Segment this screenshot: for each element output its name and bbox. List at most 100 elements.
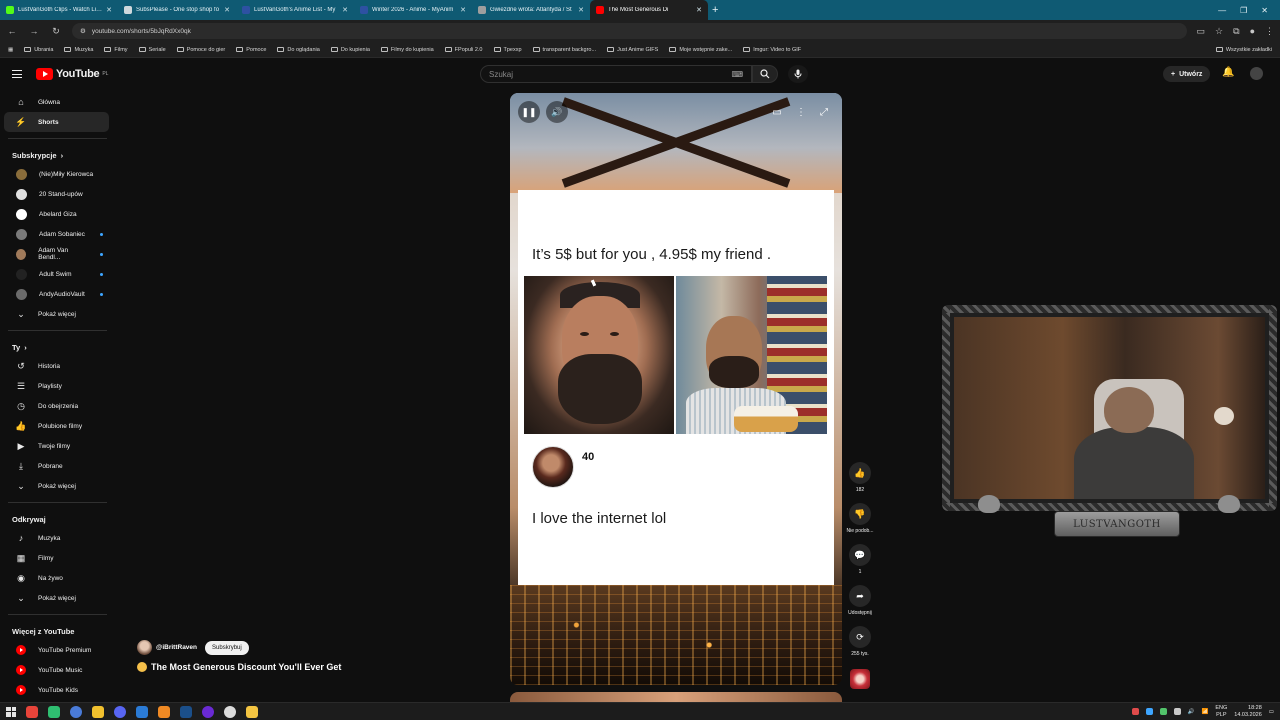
tab-close-icon[interactable]: ✕ — [342, 6, 348, 14]
browser-tab[interactable]: SubsPlease - One stop shop fo ✕ — [118, 0, 236, 20]
bookmark-seriale[interactable]: Seriale — [138, 47, 166, 53]
youtube-logo[interactable]: YouTube PL — [36, 68, 108, 80]
sidebar-item-twoje-filmy[interactable]: ▶ Twoje filmy — [4, 436, 109, 456]
tab-close-icon[interactable]: ✕ — [106, 6, 112, 14]
notifications-bell-icon[interactable]: 🔔 — [1222, 67, 1234, 78]
bookmark-do-ogladania[interactable]: Do oglądania — [277, 47, 320, 53]
obs-taskbar-icon[interactable] — [202, 705, 214, 718]
windows-start-icon[interactable] — [6, 706, 16, 717]
all-bookmarks[interactable]: Wszystkie zakładki — [1215, 47, 1272, 53]
notifications-tray-icon[interactable]: ▭ — [1269, 709, 1274, 715]
browser-tab[interactable]: LustVanGoth's Anime List - My ✕ — [236, 0, 354, 20]
comments-button[interactable]: 💬 — [849, 544, 871, 566]
volume-button[interactable]: 🔊 — [546, 101, 568, 123]
network-tray-icon[interactable]: 📶 — [1201, 709, 1208, 715]
sidebar-item-subscription-adam-van-bendl[interactable]: Adam Van Bendl... — [4, 244, 109, 264]
sidebar-item-subscription-20-stand-upow[interactable]: 20 Stand-upów — [4, 184, 109, 204]
you-heading[interactable]: Ty › — [0, 335, 115, 356]
sidebar-item-youtube-music[interactable]: YouTube Music — [4, 660, 109, 680]
tab-close-icon[interactable]: ✕ — [224, 6, 230, 14]
search-input[interactable] — [489, 69, 709, 79]
sidebar-item-na-zywo[interactable]: ◉ Na żywo — [4, 568, 109, 588]
search-button[interactable] — [752, 65, 778, 83]
explore-show-more[interactable]: ⌄ Pokaż więcej — [4, 588, 109, 608]
app-taskbar-icon[interactable] — [92, 705, 104, 718]
volume-tray-icon[interactable]: 🔊 — [1188, 709, 1195, 715]
sidebar-item-subscription-adam-sobaniec[interactable]: Adam Sobaniec — [4, 224, 109, 244]
tray-icon[interactable] — [1159, 708, 1167, 715]
sidebar-item-subscription-adult-swim[interactable]: Adult Swim — [4, 264, 109, 284]
sound-source-thumbnail[interactable] — [850, 669, 870, 689]
creator-name[interactable]: @iBrittRaven — [156, 644, 197, 651]
tray-icon[interactable] — [1131, 708, 1139, 715]
extensions-icon[interactable]: ⧉ — [1233, 26, 1239, 37]
discord-taskbar-icon[interactable] — [114, 705, 126, 718]
bookmark-ubrania[interactable]: Ubrania — [24, 47, 53, 53]
dislike-button[interactable]: 👎 — [849, 503, 871, 525]
sidebar-item-youtube-premium[interactable]: YouTube Premium — [4, 640, 109, 660]
address-bar[interactable]: ⚙ youtube.com/shorts/5bJqRdXx0qk — [72, 23, 1187, 39]
bookmark-moje-wstepnie-zake[interactable]: Moje wstępnie zake... — [669, 47, 732, 53]
sidebar-item-youtube-kids[interactable]: YouTube Kids — [4, 680, 109, 700]
short-title[interactable]: The Most Generous Discount You'll Ever G… — [137, 662, 341, 672]
share-button[interactable]: ➦ — [848, 585, 871, 607]
minimize-icon[interactable]: — — [1218, 6, 1226, 15]
sidebar-item-muzyka[interactable]: ♪ Muzyka — [4, 528, 109, 548]
sidebar-item-do-obejrzenia[interactable]: ◷ Do obejrzenia — [4, 396, 109, 416]
like-button[interactable]: 👍 — [849, 462, 871, 484]
keyboard-icon[interactable]: ⌨ — [731, 70, 743, 79]
pause-button[interactable]: ❚❚ — [518, 101, 540, 123]
file-explorer-taskbar-icon[interactable] — [246, 705, 258, 718]
bookmark-transparent-backgro[interactable]: transparent backgro... — [532, 47, 596, 53]
apps-grid-icon[interactable]: ▦ — [8, 47, 13, 53]
shorts-player[interactable]: ❚❚ 🔊 ▭ ⋮ ⤢ It’s 5$ but for you , 4.95$ m… — [510, 93, 842, 685]
browser-tab[interactable]: Gwiezdne wrota: Atlantyda / St ✕ — [472, 0, 590, 20]
bookmark-fpopuli-2-0[interactable]: FPopuli 2.0 — [444, 47, 483, 53]
browser-tab[interactable]: The Most Generous Di ✕ — [590, 0, 708, 20]
bookmark-imgur-video-to-gif[interactable]: Imgur: Video to GIF — [743, 47, 801, 53]
remix-button[interactable]: ⟳ — [849, 626, 871, 648]
bookmark-star-icon[interactable]: ☆ — [1215, 26, 1223, 37]
sidebar-item-pobrane[interactable]: ⤓ Pobrane — [4, 456, 109, 476]
bookmark-do-kupienia[interactable]: Do kupienia — [330, 47, 370, 53]
bookmark-filmy-do-kupienia[interactable]: Filmy do kupienia — [380, 47, 434, 53]
fullscreen-button[interactable]: ⤢ — [813, 101, 835, 123]
clock[interactable]: 18:28 14.03.2026 — [1234, 705, 1262, 719]
forward-icon[interactable]: → — [28, 26, 40, 36]
sidebar-item-g-owna[interactable]: ⌂ Główna — [4, 92, 109, 112]
tab-close-icon[interactable]: ✕ — [460, 6, 466, 14]
tray-icon[interactable] — [1173, 708, 1181, 715]
browser-taskbar-icon[interactable] — [70, 705, 82, 718]
subscribe-button[interactable]: Subskrybuj — [205, 640, 249, 655]
sidebar-item-subscription-nie-mi-y-kierowca[interactable]: (Nie)Miły Kierowca — [4, 164, 109, 184]
sidebar-item-historia[interactable]: ↺ Historia — [4, 356, 109, 376]
back-icon[interactable]: ← — [6, 26, 18, 36]
bookmark-just-anime-gifs[interactable]: Just Anime GIFS — [607, 47, 658, 53]
tab-close-icon[interactable]: ✕ — [696, 6, 702, 14]
browser-tab[interactable]: Winter 2026 - Anime - MyAnim ✕ — [354, 0, 472, 20]
app-taskbar-icon[interactable] — [48, 705, 60, 718]
reload-icon[interactable]: ↻ — [50, 26, 62, 37]
sidebar-item-polubione-filmy[interactable]: 👍 Polubione filmy — [4, 416, 109, 436]
new-tab-button[interactable]: + — [712, 4, 718, 16]
sidebar-item-subscription-andyaudiovault[interactable]: AndyAudioVault — [4, 284, 109, 304]
bookmark-pomoce-do-gier[interactable]: Pomoce do gier — [176, 47, 225, 53]
sidebar-item-shorts[interactable]: ⚡ Shorts — [4, 112, 109, 132]
close-window-icon[interactable]: ✕ — [1261, 6, 1268, 15]
subscriptions-heading[interactable]: Subskrypcje › — [0, 143, 115, 164]
captions-button[interactable]: ▭ — [766, 101, 788, 123]
browser-tab[interactable]: LustVanGoth Clips - Watch Live ✕ — [0, 0, 118, 20]
maximize-icon[interactable]: ❐ — [1240, 6, 1247, 15]
tray-icon[interactable] — [1145, 708, 1153, 715]
subscriptions-show-more[interactable]: ⌄ Pokaż więcej — [4, 304, 109, 324]
profile-icon[interactable]: ● — [1250, 26, 1255, 36]
creator-avatar[interactable] — [137, 640, 152, 655]
app-taskbar-icon[interactable] — [136, 705, 148, 718]
browser-menu-icon[interactable]: ⋮ — [1265, 26, 1274, 37]
tab-close-icon[interactable]: ✕ — [578, 6, 584, 14]
site-info-icon[interactable]: ⚙ — [80, 27, 86, 35]
language-indicator[interactable]: ENG PLP — [1215, 705, 1227, 719]
next-short-preview[interactable] — [510, 692, 842, 702]
vlc-taskbar-icon[interactable] — [158, 705, 170, 718]
bookmark-tpexxp[interactable]: Tpexxp — [493, 47, 522, 53]
